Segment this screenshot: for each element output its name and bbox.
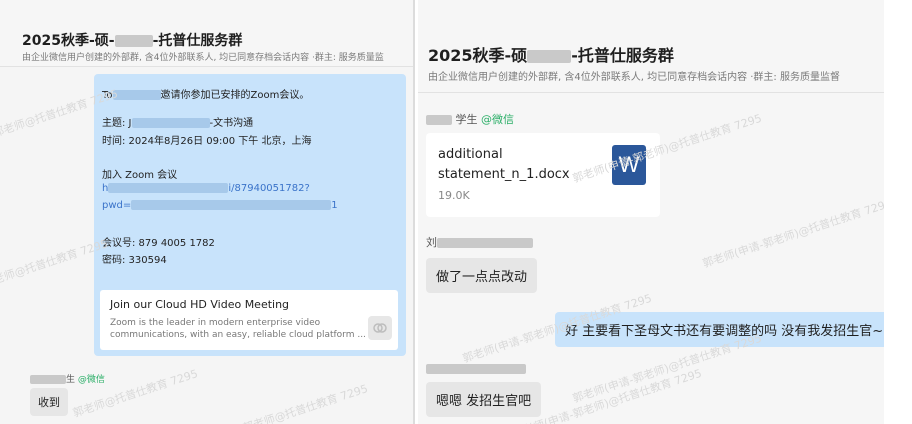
file-name-line-2: statement_n_1.docx (438, 167, 570, 182)
link-preview-card[interactable]: Join our Cloud HD Video Meeting Zoom is … (100, 290, 398, 350)
redacted-link (131, 200, 332, 210)
group-title-suffix: -托普仕服务群 (571, 46, 674, 65)
word-document-icon: W (612, 145, 646, 185)
card-title: Join our Cloud HD Video Meeting (110, 298, 290, 311)
sender-name: 学生 @微信 (426, 111, 514, 127)
invite-greeting: To 邀请你参加已安排的Zoom会议。 (102, 90, 310, 101)
redacted-name (426, 115, 452, 125)
invite-topic: 主题: J -文书沟通 (102, 118, 254, 129)
redacted-name (131, 118, 210, 128)
join-zoom-label: 加入 Zoom 会议 (102, 170, 178, 181)
meeting-id: 会议号: 879 4005 1782 (102, 238, 215, 249)
redacted-name (114, 35, 153, 47)
redacted-name (437, 238, 533, 248)
redacted-name (112, 90, 161, 100)
watermark: 郭老师(申请-郭老师)@托普仕教育 7295 (700, 196, 884, 271)
meeting-link-pwd[interactable]: pwd= 1 (102, 200, 338, 211)
group-title: 2025秋季-硕 -托普仕服务群 (428, 42, 674, 66)
group-subtitle: 由企业微信用户创建的外部群, 含4位外部联系人, 均已同意存档会话内容 ·群主:… (22, 53, 384, 63)
right-chat-panel: 2025秋季-硕 -托普仕服务群 由企业微信用户创建的外部群, 含4位外部联系人,… (418, 0, 884, 424)
message-bubble[interactable]: 嗯嗯 发招生官吧 (426, 382, 542, 417)
card-desc-1: Zoom is the leader in modern enterprise … (110, 318, 321, 328)
meeting-passcode: 密码: 330594 (102, 255, 167, 266)
redacted-name (30, 375, 66, 384)
zoom-invite-bubble[interactable]: To 邀请你参加已安排的Zoom会议。 主题: J -文书沟通 时间: 2024年8… (94, 74, 406, 356)
invite-time: 时间: 2024年8月26日 09:00 下午 北京，上海 (102, 136, 312, 147)
group-title-prefix: 2025秋季-硕 (428, 46, 528, 65)
link-icon (368, 316, 392, 340)
sender-name: 刘 (426, 234, 533, 250)
redacted-link (108, 183, 229, 193)
group-title-prefix: 2025秋季-硕- (22, 33, 115, 49)
file-message-card[interactable]: additional statement_n_1.docx 19.0K W (426, 133, 660, 217)
message-bubble[interactable]: 做了一点点改动 (426, 258, 538, 293)
file-size: 19.0K (438, 189, 470, 202)
chat-header: 2025秋季-硕 -托普仕服务群 由企业微信用户创建的外部群, 含4位外部联系人,… (418, 0, 884, 93)
group-title-suffix: -托普仕服务群 (152, 33, 243, 49)
sender-name (426, 362, 526, 375)
sender-name: 生 @微信 (30, 372, 105, 385)
card-desc-2: communications, with an easy, reliable c… (110, 330, 366, 340)
redacted-name (426, 364, 526, 374)
reply-bubble[interactable]: 收到 (30, 388, 68, 416)
my-message-bubble[interactable]: 好 主要看下圣母文书还有要调整的吗 没有我发招生官~ (555, 312, 884, 347)
left-chat-panel: 2025秋季-硕- -托普仕服务群 由企业微信用户创建的外部群, 含4位外部联系人… (0, 0, 415, 424)
watermark: 郭老师@托普仕教育 7295 (241, 382, 370, 424)
redacted-name (527, 50, 572, 63)
meeting-link[interactable]: h i/87940051782? (102, 183, 310, 194)
chat-header: 2025秋季-硕- -托普仕服务群 由企业微信用户创建的外部群, 含4位外部联系人… (0, 0, 413, 67)
file-name-line-1: additional (438, 147, 503, 162)
group-title: 2025秋季-硕- -托普仕服务群 (22, 30, 242, 50)
group-subtitle: 由企业微信用户创建的外部群, 含4位外部联系人, 均已同意存档会话内容 ·群主:… (428, 72, 840, 83)
